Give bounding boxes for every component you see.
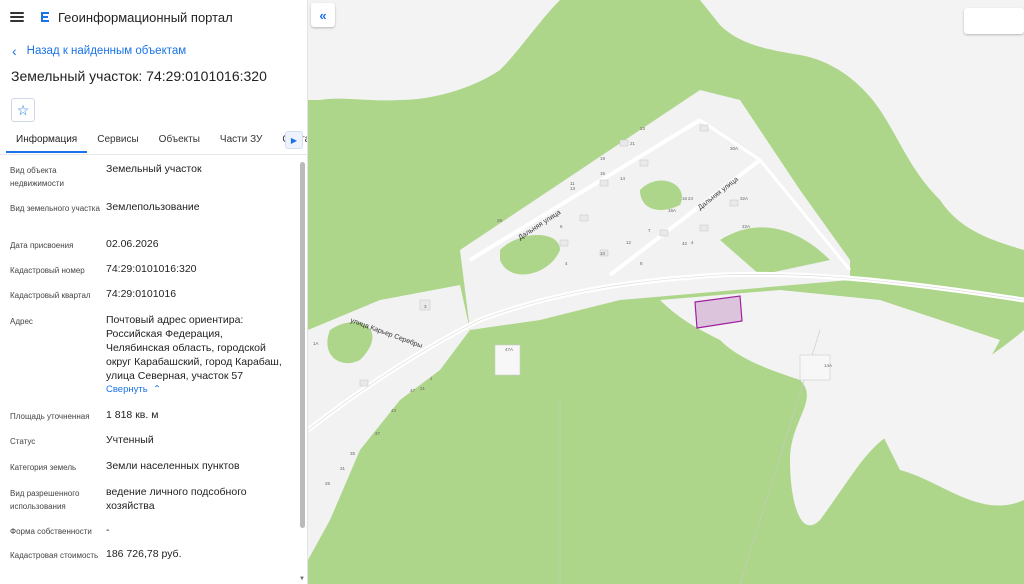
double-chevron-left-icon: «: [319, 7, 327, 23]
info-label: Кадастровый номер: [10, 266, 85, 275]
house-number: 35: [350, 451, 356, 456]
house-number: 31: [340, 466, 346, 471]
info-value: Земли населенных пунктов: [106, 460, 240, 472]
house-number: 30А: [730, 146, 738, 151]
house-number: 13: [570, 186, 576, 191]
house-number: 23: [640, 126, 646, 131]
top-bar: Геоинформационный портал: [0, 0, 307, 34]
house-number: 32А: [740, 196, 748, 201]
info-value: -: [106, 524, 110, 536]
house-number: 26: [497, 218, 503, 223]
info-label: Адрес: [10, 317, 33, 326]
house-number: 47: [410, 388, 416, 393]
collapse-address-link[interactable]: Свернуть ⌃: [106, 383, 286, 397]
chevron-up-icon: ⌃: [150, 384, 161, 395]
info-list: Вид объекта недвижимости Земельный участ…: [0, 162, 296, 581]
info-label: Площадь уточненная: [10, 412, 90, 421]
star-icon: ☆: [16, 101, 30, 118]
info-label: Статус: [10, 437, 36, 446]
house-number: 47А: [505, 347, 513, 352]
house-number: 21: [420, 386, 426, 391]
info-value: 74:29:0101016:320: [106, 263, 197, 275]
house-number: 16А: [668, 208, 676, 213]
info-row-ownership: Форма собственности -: [0, 523, 296, 547]
info-row-cad-quarter: Кадастровый квартал 74:29:0101016: [0, 287, 296, 313]
info-row-category: Категория земель Земли населенных пункто…: [0, 459, 296, 485]
house-number: 42: [682, 241, 688, 246]
tab-info[interactable]: Информация: [6, 131, 88, 153]
info-value: 02.06.2026: [106, 238, 159, 250]
back-to-results-link[interactable]: ‹ Назад к найденным объектам: [0, 42, 307, 60]
info-row-land-type: Вид земельного участка Землепользование: [0, 200, 296, 237]
menu-icon[interactable]: [10, 12, 24, 22]
info-value: Почтовый адрес ориентира: Российская Фед…: [106, 313, 286, 408]
house-number: 14А: [824, 363, 832, 368]
house-number: 1А: [313, 341, 319, 346]
house-number: 10: [600, 251, 606, 256]
info-row-status: Статус Учтенный: [0, 433, 296, 459]
info-row-permitted-use: Вид разрешенного использования ведение л…: [0, 485, 296, 523]
collapse-label: Свернуть: [106, 384, 148, 395]
scroll-down-icon[interactable]: ▼: [299, 576, 305, 582]
favorite-button[interactable]: ☆: [11, 98, 35, 122]
house-number: 16: [682, 196, 688, 201]
house-number: 22А: [742, 224, 750, 229]
map-search-box[interactable]: [964, 8, 1024, 34]
info-row-object-type: Вид объекта недвижимости Земельный участ…: [0, 162, 296, 200]
page-title: Земельный участок: 74:29:0101016:320: [11, 68, 267, 84]
house-number: 11: [570, 181, 575, 186]
tabs-bar: Информация Сервисы Объекты Части ЗУ Сост…: [0, 131, 307, 155]
map-canvas[interactable]: Дальняя улица Дальняя улица улица Карьер…: [308, 0, 1024, 584]
info-value: Учтенный: [106, 434, 154, 446]
chevron-left-icon: ‹: [12, 43, 17, 59]
info-row-address: Адрес Почтовый адрес ориентира: Российск…: [0, 313, 296, 408]
info-row-assign-date: Дата присвоения 02.06.2026: [0, 237, 296, 262]
info-row-cad-number: Кадастровый номер 74:29:0101016:320: [0, 262, 296, 287]
info-label: Вид земельного участка: [10, 204, 100, 213]
scrollbar-thumb[interactable]: [300, 162, 305, 528]
info-value: 74:29:0101016: [106, 288, 177, 300]
collapse-panel-button[interactable]: «: [311, 3, 335, 27]
house-number: 14: [620, 176, 626, 181]
house-number: 37: [375, 431, 381, 436]
address-text: Почтовый адрес ориентира: Российская Фед…: [106, 314, 282, 382]
house-number: 25: [325, 481, 331, 486]
info-label: Вид разрешенного использования: [10, 489, 80, 511]
back-link-label: Назад к найденным объектам: [26, 45, 187, 57]
info-value: Землепользование: [106, 201, 200, 213]
house-number: 21: [630, 141, 636, 146]
portal-title: Геоинформационный портал: [58, 9, 233, 25]
info-label: Дата присвоения: [10, 241, 74, 250]
tab-parts[interactable]: Части ЗУ: [210, 131, 272, 151]
info-label: Форма собственности: [10, 527, 92, 536]
house-number: 24: [688, 196, 694, 201]
info-label: Категория земель: [10, 463, 77, 472]
tabs-scroll-right-button[interactable]: ▶: [285, 131, 303, 149]
chevron-right-icon: ▶: [290, 135, 298, 145]
info-label: Кадастровый квартал: [10, 291, 91, 300]
tab-objects[interactable]: Объекты: [149, 131, 210, 151]
house-number: 12: [626, 240, 632, 245]
info-value: ведение личного подсобного хозяйства: [106, 486, 247, 512]
info-label: Вид объекта недвижимости: [10, 166, 64, 188]
tab-services[interactable]: Сервисы: [87, 131, 148, 151]
info-value: 1 818 кв. м: [106, 409, 159, 421]
info-value: 186 726,78 руб.: [106, 548, 182, 560]
portal-logo-icon: [41, 12, 49, 22]
info-row-cad-value: Кадастровая стоимость 186 726,78 руб.: [0, 547, 296, 581]
map-svg: Дальняя улица Дальняя улица улица Карьер…: [308, 0, 1024, 584]
object-info-panel: Геоинформационный портал ‹ Назад к найде…: [0, 0, 308, 584]
house-number: 43: [391, 408, 397, 413]
house-number: 15: [600, 171, 606, 176]
info-row-area: Площадь уточненная 1 818 кв. м: [0, 408, 296, 433]
info-label: Кадастровая стоимость: [10, 551, 99, 560]
info-value: Земельный участок: [106, 163, 202, 175]
house-number: 19: [600, 156, 606, 161]
